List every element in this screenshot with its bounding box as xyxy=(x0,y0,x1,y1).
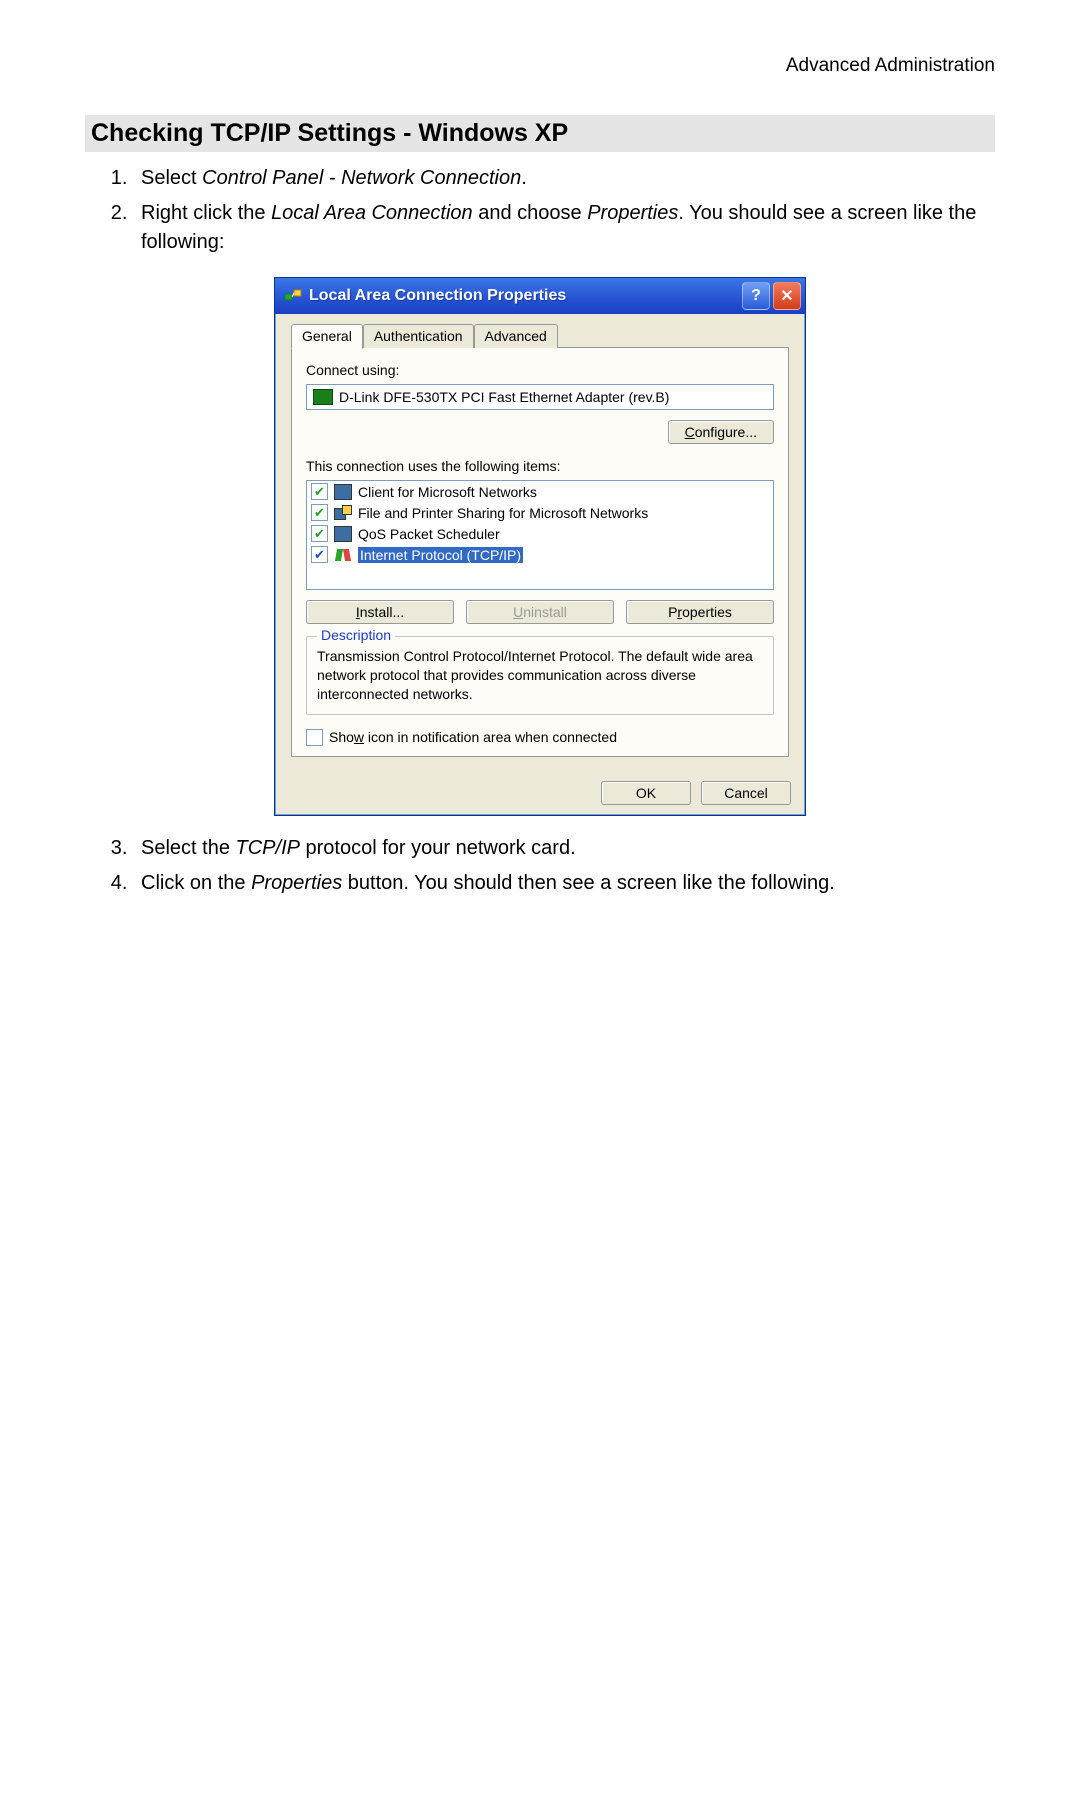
list-item-label: Client for Microsoft Networks xyxy=(358,484,537,500)
step-1: Select Control Panel - Network Connectio… xyxy=(133,164,995,193)
step3-a: Select the xyxy=(141,837,236,859)
list-item-selected[interactable]: ✔ Internet Protocol (TCP/IP) xyxy=(307,544,773,565)
service-icon xyxy=(334,505,352,521)
step4-i: Properties xyxy=(251,872,342,894)
step-3: Select the TCP/IP protocol for your netw… xyxy=(133,834,995,863)
list-item-label: Internet Protocol (TCP/IP) xyxy=(358,547,523,563)
checkbox-icon[interactable]: ✔ xyxy=(311,546,328,563)
tab-authentication[interactable]: Authentication xyxy=(363,324,474,348)
tab-advanced[interactable]: Advanced xyxy=(474,324,558,348)
step-2: Right click the Local Area Connection an… xyxy=(133,199,995,257)
items-listbox[interactable]: ✔ Client for Microsoft Networks ✔ File a… xyxy=(306,480,774,590)
step3-b: protocol for your network card. xyxy=(300,837,576,859)
cancel-button[interactable]: Cancel xyxy=(701,781,791,805)
connection-icon xyxy=(283,286,303,306)
step-4: Click on the Properties button. You shou… xyxy=(133,869,995,898)
protocol-icon xyxy=(334,547,352,563)
tab-strip: General Authentication Advanced xyxy=(291,324,789,348)
show-icon-checkbox[interactable]: ✔ xyxy=(306,729,323,746)
step2-b: and choose xyxy=(473,202,588,224)
ok-button[interactable]: OK xyxy=(601,781,691,805)
step1-i: Control Panel - Network Connection xyxy=(202,167,521,189)
dialog-title: Local Area Connection Properties xyxy=(309,287,742,305)
checkbox-icon[interactable]: ✔ xyxy=(311,483,328,500)
items-label: This connection uses the following items… xyxy=(306,458,774,474)
step4-b: button. You should then see a screen lik… xyxy=(342,872,835,894)
step2-i1: Local Area Connection xyxy=(271,202,473,224)
step3-i: TCP/IP xyxy=(236,837,300,859)
properties-button[interactable]: PropertiesProperties xyxy=(626,600,774,624)
configure-button[interactable]: CConfigure...onfigure... xyxy=(668,420,774,444)
checkbox-icon[interactable]: ✔ xyxy=(311,525,328,542)
page-header-right: Advanced Administration xyxy=(85,55,995,77)
xp-titlebar[interactable]: Local Area Connection Properties ? ✕ xyxy=(275,278,805,314)
description-text: Transmission Control Protocol/Internet P… xyxy=(317,647,763,704)
uninstall-button: UninstallUninstall xyxy=(466,600,614,624)
show-icon-label: Show icon in notification area when conn… xyxy=(329,729,617,745)
step1-b: . xyxy=(521,167,527,189)
section-title: Checking TCP/IP Settings - Windows XP xyxy=(85,115,995,152)
xp-dialog: Local Area Connection Properties ? ✕ Gen… xyxy=(274,277,806,816)
show-icon-row[interactable]: ✔ Show icon in notification area when co… xyxy=(306,729,774,746)
close-button[interactable]: ✕ xyxy=(773,282,801,310)
nic-icon xyxy=(313,389,333,405)
description-label: Description xyxy=(317,627,395,643)
description-group: Description Transmission Control Protoco… xyxy=(306,636,774,715)
adapter-name: D-Link DFE-530TX PCI Fast Ethernet Adapt… xyxy=(339,389,669,405)
service-icon xyxy=(334,526,352,542)
list-item-label: File and Printer Sharing for Microsoft N… xyxy=(358,505,648,521)
help-button[interactable]: ? xyxy=(742,282,770,310)
step1-a: Select xyxy=(141,167,202,189)
adapter-field[interactable]: D-Link DFE-530TX PCI Fast Ethernet Adapt… xyxy=(306,384,774,410)
list-item[interactable]: ✔ Client for Microsoft Networks xyxy=(307,481,773,502)
list-item[interactable]: ✔ File and Printer Sharing for Microsoft… xyxy=(307,502,773,523)
service-icon xyxy=(334,484,352,500)
install-button[interactable]: Install...Install... xyxy=(306,600,454,624)
list-item[interactable]: ✔ QoS Packet Scheduler xyxy=(307,523,773,544)
connect-using-label: Connect using: xyxy=(306,362,774,378)
tab-panel-general: Connect using: D-Link DFE-530TX PCI Fast… xyxy=(291,347,789,757)
step2-a: Right click the xyxy=(141,202,271,224)
step4-a: Click on the xyxy=(141,872,251,894)
step2-i2: Properties xyxy=(587,202,678,224)
list-item-label: QoS Packet Scheduler xyxy=(358,526,500,542)
checkbox-icon[interactable]: ✔ xyxy=(311,504,328,521)
tab-general[interactable]: General xyxy=(291,324,363,349)
